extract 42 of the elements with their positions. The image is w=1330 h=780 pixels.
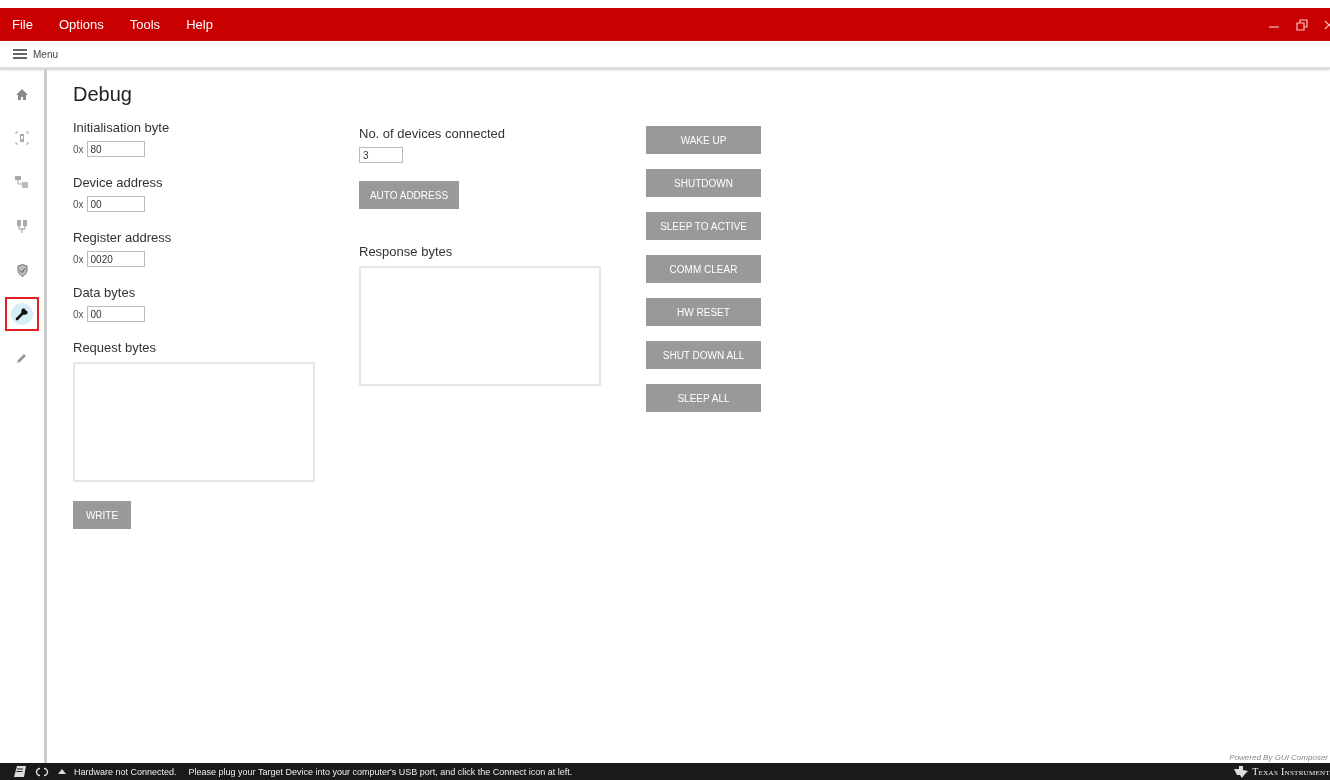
field-label: Initialisation byte bbox=[73, 120, 170, 135]
hex-prefix: 0x bbox=[73, 253, 84, 265]
field-label: Request bytes bbox=[73, 340, 157, 355]
book-icon[interactable] bbox=[14, 766, 26, 777]
home-icon bbox=[16, 88, 28, 100]
pencil-icon bbox=[16, 352, 28, 364]
hex-input-field[interactable]: 00 bbox=[86, 196, 145, 212]
field-label: Data bytes bbox=[73, 285, 137, 300]
close-icon[interactable] bbox=[1324, 19, 1330, 30]
field-label: Response bytes bbox=[359, 244, 453, 259]
hex-input-field[interactable]: 00 bbox=[86, 306, 145, 322]
field-label: Device address bbox=[73, 175, 163, 190]
status-message: Please plug your Target Device into your computer's USB port, and click the Connect icon at left. bbox=[188, 766, 573, 777]
page-title: Debug bbox=[73, 83, 132, 106]
menu-icon bbox=[13, 49, 27, 59]
response-bytes-field[interactable] bbox=[359, 266, 601, 386]
powered-by-note: Powered By GUI Composer bbox=[1229, 753, 1328, 762]
connection-icon[interactable] bbox=[34, 766, 50, 777]
devices-count-field[interactable]: 3 bbox=[359, 147, 403, 163]
menu-item[interactable]: Tools bbox=[129, 17, 161, 32]
menu-item[interactable]: Help bbox=[186, 17, 213, 32]
logo-icon bbox=[1234, 765, 1249, 778]
request-bytes-field[interactable] bbox=[73, 362, 315, 482]
connection-status: Hardware not Connected. bbox=[74, 766, 177, 777]
shield-icon bbox=[16, 263, 28, 277]
network-icon bbox=[15, 175, 29, 189]
hex-prefix: 0x bbox=[73, 308, 84, 320]
hex-input-field[interactable]: 80 bbox=[86, 141, 145, 157]
hex-input-field[interactable]: 0020 bbox=[86, 251, 145, 267]
menu-button[interactable]: Menu bbox=[13, 48, 58, 60]
wrench-icon bbox=[15, 307, 29, 321]
hex-prefix: 0x bbox=[73, 143, 84, 155]
hex-prefix: 0x bbox=[73, 198, 84, 210]
menu-item[interactable]: Options bbox=[58, 17, 104, 32]
device-icon bbox=[16, 219, 28, 233]
restore-icon[interactable] bbox=[1296, 18, 1308, 31]
brand-name: Texas Instrument bbox=[1252, 766, 1330, 777]
field-label: No. of devices connected bbox=[359, 126, 505, 141]
sidebar-button[interactable] bbox=[5, 297, 39, 331]
expand-up-icon[interactable] bbox=[58, 769, 66, 774]
field-label: Register address bbox=[73, 230, 172, 245]
menu-item[interactable]: File bbox=[12, 17, 33, 32]
